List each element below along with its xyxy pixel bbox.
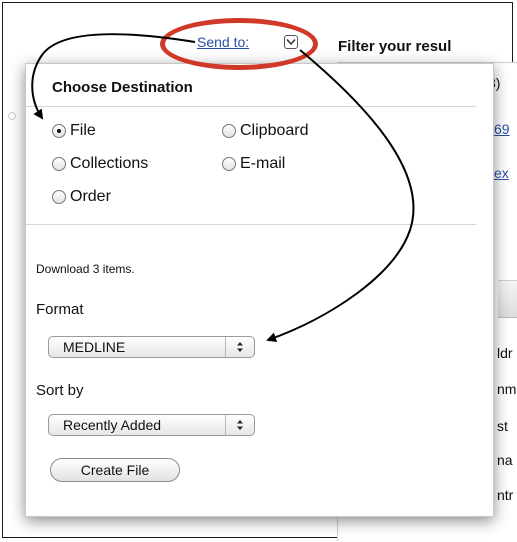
bg-fragment: nm — [497, 381, 517, 397]
create-file-button[interactable]: Create File — [50, 458, 180, 482]
radio-clipboard[interactable]: Clipboard — [222, 122, 308, 140]
bg-link-fragment[interactable]: ex — [494, 165, 509, 181]
bg-fragment: st — [497, 418, 508, 434]
sort-label: Sort by — [36, 382, 84, 399]
bg-decoration — [8, 112, 16, 120]
radio-label: Order — [70, 188, 111, 205]
radio-label: E-mail — [240, 155, 286, 172]
send-to-popup: Choose Destination File Clipboard Collec… — [25, 63, 494, 517]
bg-fragment: na — [497, 452, 513, 468]
bg-fragment: ntr — [497, 487, 514, 503]
format-select[interactable]: MEDLINE — [48, 336, 255, 358]
bg-fragment: ldr — [497, 345, 513, 361]
format-label: Format — [36, 301, 84, 318]
divider — [26, 106, 476, 107]
radio-button[interactable] — [222, 124, 236, 138]
filter-results-title: Filter your resul — [338, 38, 452, 55]
format-select-value: MEDLINE — [63, 339, 126, 355]
radio-label: File — [70, 122, 96, 139]
radio-collections[interactable]: Collections — [52, 155, 148, 173]
radio-file[interactable]: File — [52, 122, 96, 140]
sort-select-value: Recently Added — [63, 417, 162, 433]
radio-button[interactable] — [222, 157, 236, 171]
updown-arrows-icon — [225, 415, 254, 435]
divider — [26, 224, 476, 225]
radio-label: Collections — [70, 155, 149, 172]
radio-email[interactable]: E-mail — [222, 155, 285, 173]
sort-select[interactable]: Recently Added — [48, 414, 255, 436]
send-to-link[interactable]: Send to: — [197, 34, 249, 50]
radio-order[interactable]: Order — [52, 188, 111, 206]
updown-arrows-icon — [225, 337, 254, 357]
radio-button[interactable] — [52, 190, 66, 204]
radio-button[interactable] — [52, 157, 66, 171]
bg-toolbar-band — [498, 280, 517, 318]
radio-label: Clipboard — [240, 122, 309, 139]
bg-link-fragment[interactable]: 69 — [494, 121, 510, 137]
chevron-down-icon[interactable] — [284, 35, 298, 49]
radio-button[interactable] — [52, 124, 66, 138]
download-count-text: Download 3 items. — [36, 262, 135, 276]
popup-heading: Choose Destination — [52, 79, 193, 96]
